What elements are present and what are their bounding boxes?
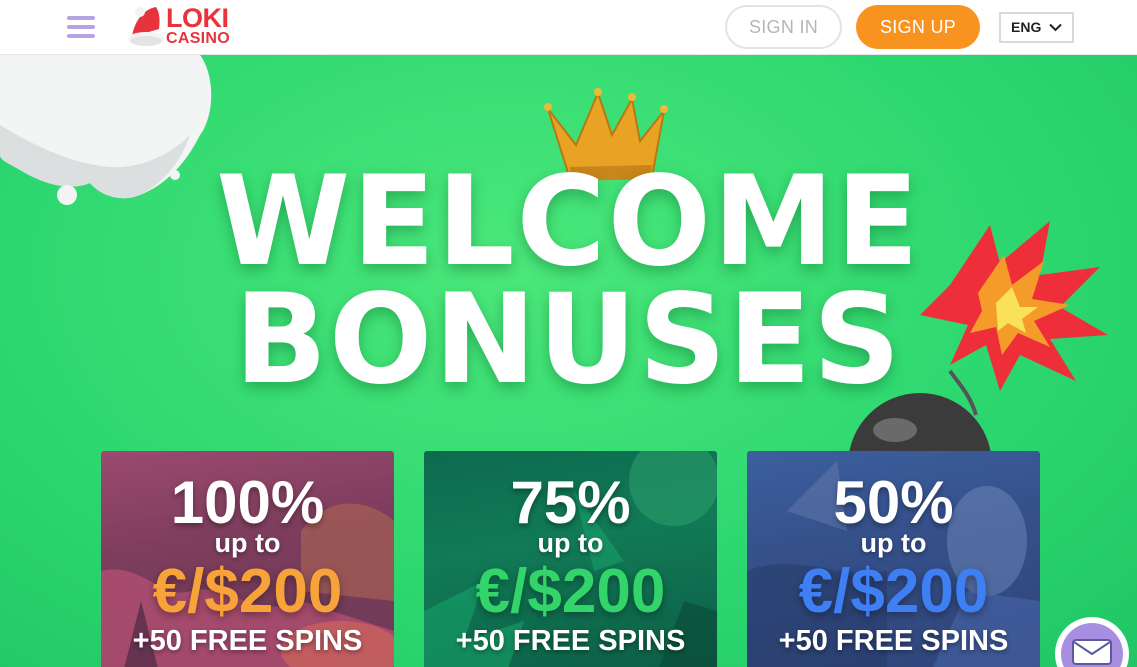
bonus-card-3[interactable]: 50% up to €/$200 +50 FREE SPINS xyxy=(747,451,1040,667)
mail-icon xyxy=(1072,639,1112,665)
hero-line-1: WELCOME xyxy=(216,150,921,294)
logo-brand: LOKI xyxy=(166,3,229,33)
bonus-free-spins: +50 FREE SPINS xyxy=(455,625,686,657)
bonus-up-to: up to xyxy=(860,528,927,558)
site-header: LOKI CASINO SIGN IN SIGN UP ENG xyxy=(0,0,1137,55)
bonus-amount: €/$200 xyxy=(152,557,343,626)
hero-headline: WELCOME BONUSES xyxy=(0,150,1137,412)
sign-in-button[interactable]: SIGN IN xyxy=(725,5,842,49)
bonus-up-to: up to xyxy=(537,528,604,558)
hero-banner: WELCOME BONUSES 100% up to €/$200 +50 FR… xyxy=(0,55,1137,667)
sign-up-button[interactable]: SIGN UP xyxy=(856,5,980,49)
bonus-card-2[interactable]: 75% up to €/$200 +50 FREE SPINS xyxy=(424,451,717,667)
santa-hat-icon xyxy=(128,7,164,46)
bonus-percent: 75% xyxy=(510,469,631,536)
bonus-amount: €/$200 xyxy=(475,557,666,626)
logo-sub: CASINO xyxy=(166,30,231,47)
bonus-free-spins: +50 FREE SPINS xyxy=(778,625,1009,657)
chevron-down-icon xyxy=(1049,23,1062,32)
language-selector[interactable]: ENG xyxy=(999,12,1074,43)
menu-icon[interactable] xyxy=(67,16,95,38)
bonus-percent: 50% xyxy=(833,469,954,536)
bonus-free-spins: +50 FREE SPINS xyxy=(132,625,363,657)
bonus-up-to: up to xyxy=(214,528,281,558)
language-label: ENG xyxy=(1011,19,1042,35)
hero-line-2: BONUSES xyxy=(234,268,903,412)
logo[interactable]: LOKI CASINO xyxy=(126,3,246,51)
bonus-amount: €/$200 xyxy=(798,557,989,626)
bonus-card-1[interactable]: 100% up to €/$200 +50 FREE SPINS xyxy=(101,451,394,667)
bonus-percent: 100% xyxy=(170,469,325,536)
